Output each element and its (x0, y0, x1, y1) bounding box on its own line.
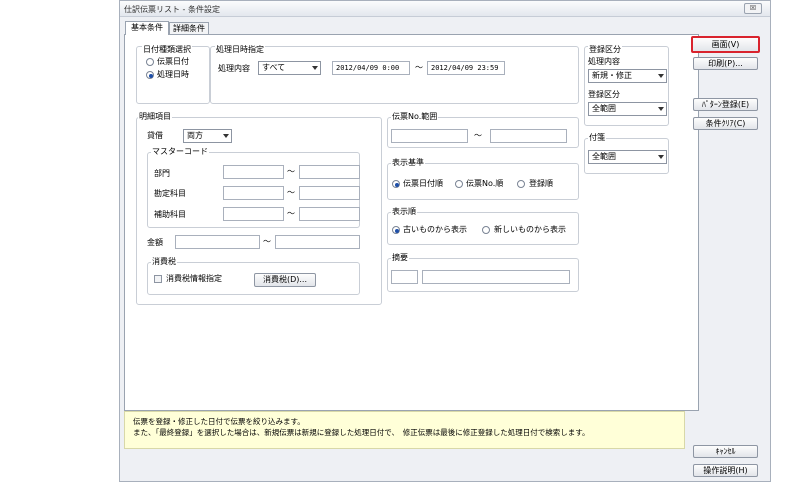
sub-account-tilde: ～ (287, 209, 295, 218)
hint-line-1: 伝票を登録・修正した日付で伝票を絞り込みます。 (133, 417, 305, 426)
clear-conditions-button[interactable]: 条件ｸﾘｱ(C) (693, 117, 758, 130)
debit-credit-value: 両方 (187, 131, 203, 140)
account-tilde: ～ (287, 188, 295, 197)
amount-label: 金額 (147, 238, 163, 247)
voucher-range-title: 伝票No.範囲 (391, 112, 439, 122)
details-title: 明細項目 (138, 112, 172, 122)
summary-code-input[interactable] (391, 270, 418, 284)
voucher-to-input[interactable] (490, 129, 567, 143)
debit-credit-select[interactable]: 両方 (183, 129, 232, 143)
department-to-input[interactable] (299, 165, 360, 179)
processing-content-select[interactable]: すべて (258, 61, 321, 75)
radio-voucher-date-label: 伝票日付 (157, 57, 189, 66)
radio-processing-datetime[interactable] (146, 71, 154, 79)
processing-content-label: 処理内容 (218, 64, 250, 73)
radio-voucher-date[interactable] (146, 58, 154, 66)
close-button[interactable]: ☒ (744, 3, 762, 14)
screen-button[interactable]: 画面(V) (691, 36, 760, 53)
voucher-from-input[interactable] (391, 129, 468, 143)
chevron-down-icon (312, 66, 318, 70)
window-title: 仕訳伝票リスト - 条件設定 (124, 5, 220, 14)
processing-content-value: すべて (262, 63, 286, 72)
account-to-input[interactable] (299, 186, 360, 200)
radio-order-newest-label: 新しいものから表示 (494, 225, 566, 234)
radio-sort-voucher-date-label: 伝票日付順 (403, 179, 443, 188)
pattern-register-button[interactable]: ﾊﾟﾀｰﾝ登録(E) (693, 98, 758, 111)
department-from-input[interactable] (223, 165, 284, 179)
title-bar: 仕訳伝票リスト - 条件設定 ☒ (120, 1, 770, 17)
registration-content-value: 新規・修正 (592, 71, 632, 80)
print-button[interactable]: 印刷(P)... (693, 57, 758, 70)
radio-order-oldest[interactable] (392, 226, 400, 234)
tab-panel: 日付種類選択 伝票日付 処理日時 処理日時指定 処理内容 すべて 2012/04… (124, 34, 699, 411)
sub-account-to-input[interactable] (299, 207, 360, 221)
radio-sort-voucher-no[interactable] (455, 180, 463, 188)
master-code-title: マスターコード (151, 147, 209, 157)
registration-category-label: 登録区分 (588, 90, 620, 99)
radio-processing-datetime-label: 処理日時 (157, 70, 189, 79)
processing-datetime-title: 処理日時指定 (215, 45, 265, 55)
department-label: 部門 (154, 169, 170, 178)
hint-line-2: また、「最終登録」を選択した場合は、新規伝票は新規に登録した処理日付で、 修正伝… (133, 428, 590, 437)
debit-credit-label: 貸借 (147, 131, 163, 140)
registration-category-value: 全範囲 (592, 104, 616, 113)
radio-sort-voucher-date[interactable] (392, 180, 400, 188)
chevron-down-icon (223, 134, 229, 138)
account-label: 勘定科目 (154, 189, 186, 198)
amount-from-input[interactable] (175, 235, 260, 249)
registration-content-label: 処理内容 (588, 57, 620, 66)
datetime-range-tilde: ～ (415, 63, 423, 72)
cancel-button[interactable]: ｷｬﾝｾﾙ (693, 445, 758, 458)
tax-info-checkbox[interactable] (154, 275, 162, 283)
tax-info-checkbox-label: 消費税情報指定 (166, 274, 222, 283)
registration-title: 登録区分 (588, 45, 622, 55)
processing-datetime-group (210, 46, 579, 104)
sticky-value: 全範囲 (592, 152, 616, 161)
radio-sort-registration[interactable] (517, 180, 525, 188)
sort-basis-title: 表示基準 (391, 158, 425, 168)
dialog-window: 仕訳伝票リスト - 条件設定 ☒ 基本条件 詳細条件 日付種類選択 伝票日付 処… (119, 0, 771, 482)
registration-content-select[interactable]: 新規・修正 (588, 69, 667, 83)
registration-category-select[interactable]: 全範囲 (588, 102, 667, 116)
radio-sort-registration-label: 登録順 (529, 179, 553, 188)
radio-order-oldest-label: 古いものから表示 (403, 225, 467, 234)
chevron-down-icon (658, 155, 664, 159)
account-from-input[interactable] (223, 186, 284, 200)
voucher-range-tilde: ～ (474, 131, 482, 140)
tax-button[interactable]: 消費税(D)... (254, 273, 316, 287)
chevron-down-icon (658, 107, 664, 111)
sticky-title: 付箋 (588, 133, 606, 143)
display-order-title: 表示順 (391, 207, 417, 217)
close-icon: ☒ (749, 4, 757, 12)
department-tilde: ～ (287, 167, 295, 176)
sub-account-label: 補助科目 (154, 210, 186, 219)
amount-to-input[interactable] (275, 235, 360, 249)
amount-tilde: ～ (263, 237, 271, 246)
tab-basic-conditions[interactable]: 基本条件 (125, 21, 169, 35)
sticky-select[interactable]: 全範囲 (588, 150, 667, 164)
hint-message-box: 伝票を登録・修正した日付で伝票を絞り込みます。 また、「最終登録」を選択した場合… (124, 411, 685, 449)
summary-text-input[interactable] (422, 270, 570, 284)
summary-title: 摘要 (391, 253, 409, 263)
chevron-down-icon (658, 74, 664, 78)
datetime-from-input[interactable]: 2012/04/09 0:00 (332, 61, 410, 75)
datetime-to-input[interactable]: 2012/04/09 23:59 (427, 61, 505, 75)
help-button[interactable]: 操作説明(H) (693, 464, 758, 477)
date-type-title: 日付種類選択 (142, 45, 192, 55)
radio-order-newest[interactable] (482, 226, 490, 234)
tax-title: 消費税 (151, 257, 177, 267)
radio-sort-voucher-no-label: 伝票No.順 (466, 179, 504, 188)
sub-account-from-input[interactable] (223, 207, 284, 221)
